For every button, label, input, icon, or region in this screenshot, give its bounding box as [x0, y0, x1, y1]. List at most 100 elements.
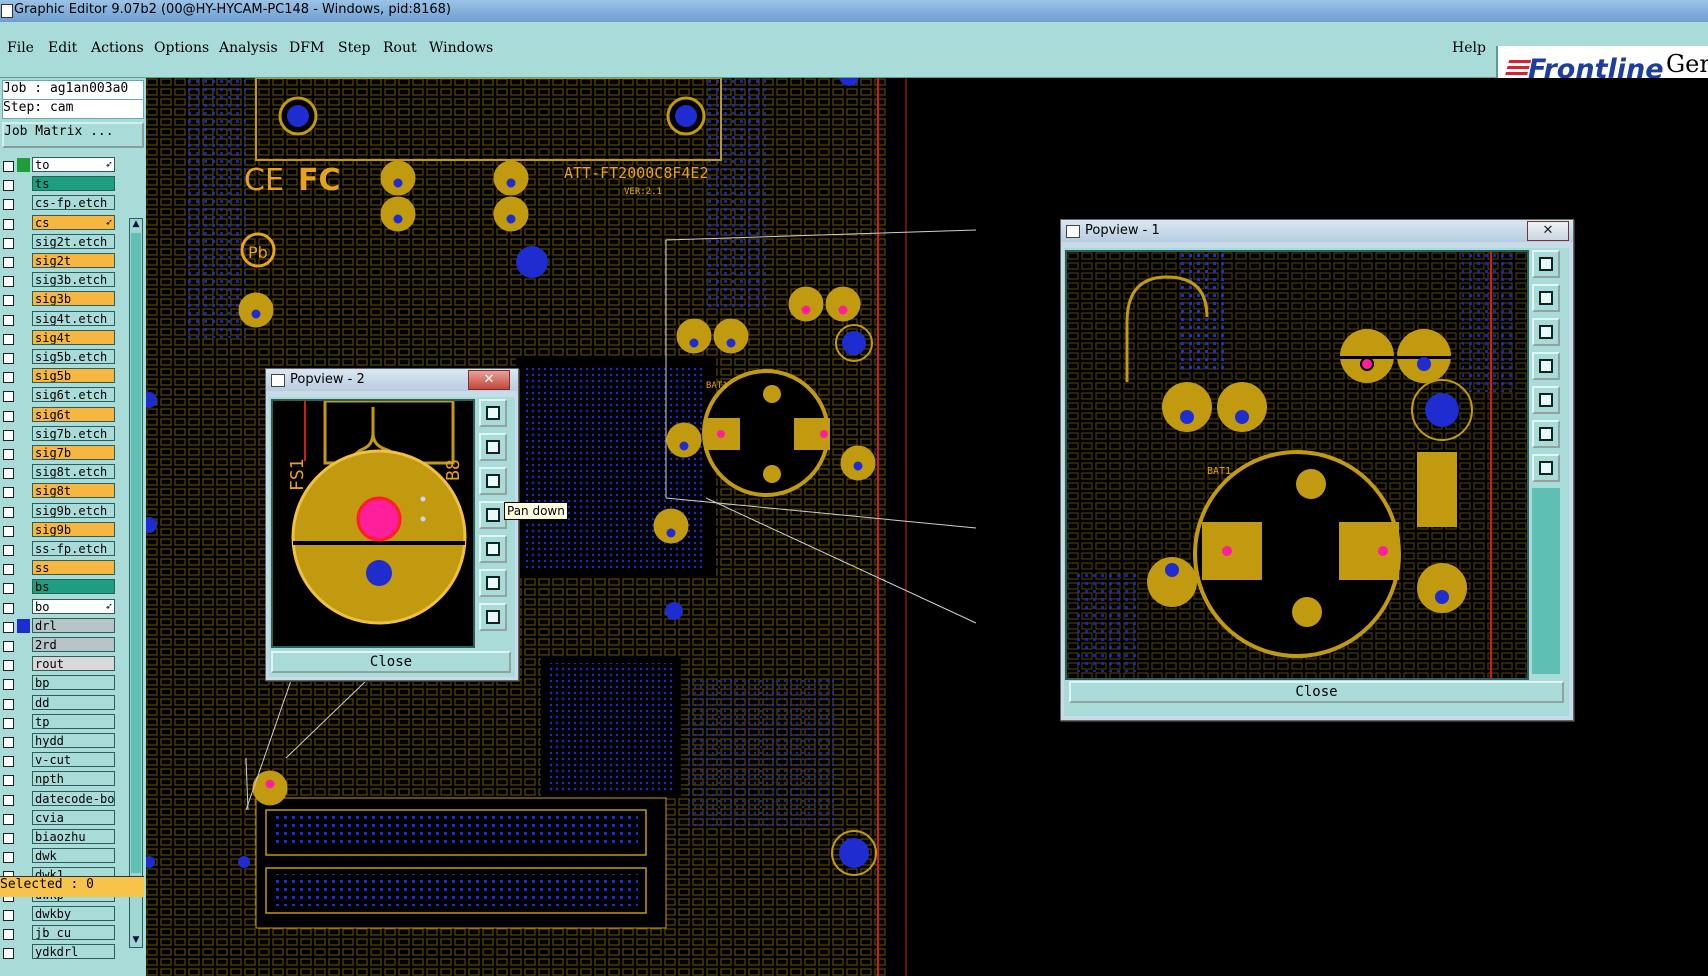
- layer-row[interactable]: sig9b.etch: [0, 502, 120, 520]
- layer-name[interactable]: bo ➶: [32, 599, 115, 614]
- layer-name[interactable]: sig8t: [32, 483, 115, 498]
- popview-1-view[interactable]: BAT1: [1065, 250, 1529, 680]
- layer-row[interactable]: bs: [0, 578, 120, 596]
- layer-checkbox[interactable]: [3, 411, 14, 422]
- popview-1-close-button[interactable]: Close: [1069, 681, 1564, 703]
- layer-name[interactable]: sig8t.etch: [32, 464, 115, 479]
- menu-windows[interactable]: Windows: [429, 40, 493, 56]
- layer-checkbox[interactable]: [3, 679, 14, 690]
- layer-checkbox[interactable]: [3, 814, 14, 825]
- menu-help[interactable]: Help: [1452, 40, 1486, 56]
- layer-checkbox[interactable]: [3, 449, 14, 460]
- layer-row[interactable]: sig8t: [0, 482, 120, 500]
- layer-row[interactable]: biaozhu: [0, 828, 120, 846]
- layer-row[interactable]: cvia: [0, 809, 120, 827]
- layer-row[interactable]: sig9b: [0, 521, 120, 539]
- layer-row[interactable]: ss: [0, 559, 120, 577]
- layer-name[interactable]: cs ➶: [32, 215, 115, 230]
- layer-checkbox[interactable]: [3, 238, 14, 249]
- layer-checkbox[interactable]: [3, 910, 14, 921]
- zoom-fit-icon[interactable]: [479, 399, 507, 427]
- layer-name[interactable]: dwkby: [32, 906, 115, 921]
- popview-1-titlebar[interactable]: Popview - 1 ✕: [1061, 220, 1573, 242]
- layer-name[interactable]: ydkdrl: [32, 944, 115, 959]
- menu-options[interactable]: Options: [154, 40, 209, 56]
- layer-row[interactable]: dwkby: [0, 905, 120, 923]
- menu-dfm[interactable]: DFM: [289, 40, 324, 56]
- layer-name[interactable]: sig3b: [32, 291, 115, 306]
- layer-checkbox[interactable]: [3, 756, 14, 767]
- layer-checkbox[interactable]: [3, 353, 14, 364]
- layer-row[interactable]: datecode-bo: [0, 790, 120, 808]
- layer-name[interactable]: sig9b.etch: [32, 503, 115, 518]
- layer-row[interactable]: 2rd: [0, 636, 120, 654]
- menu-file[interactable]: File: [7, 40, 34, 56]
- layer-checkbox[interactable]: [3, 641, 14, 652]
- layer-name[interactable]: ts: [32, 176, 115, 191]
- layer-name[interactable]: bs: [32, 579, 115, 594]
- layer-row[interactable]: cs-fp.etch: [0, 194, 120, 212]
- layer-name[interactable]: bp: [32, 675, 115, 690]
- layer-name[interactable]: ss-fp.etch: [32, 541, 115, 556]
- layer-checkbox[interactable]: [3, 487, 14, 498]
- layer-name[interactable]: jb_cu: [32, 925, 115, 940]
- layer-checkbox[interactable]: [3, 564, 14, 575]
- layer-row[interactable]: sig2t.etch: [0, 233, 120, 251]
- layer-checkbox[interactable]: [3, 334, 14, 345]
- layer-name[interactable]: 2rd: [32, 637, 115, 652]
- layer-row[interactable]: sig5b: [0, 367, 120, 385]
- zoom-out-icon[interactable]: [1532, 454, 1560, 482]
- layer-checkbox[interactable]: [3, 372, 14, 383]
- layer-checkbox[interactable]: [3, 219, 14, 230]
- layer-name[interactable]: sig2t: [32, 253, 115, 268]
- pan-up-icon[interactable]: [1532, 284, 1560, 312]
- layer-row[interactable]: sig7b.etch: [0, 425, 120, 443]
- layer-checkbox[interactable]: [3, 929, 14, 940]
- pan-left-icon[interactable]: [1532, 352, 1560, 380]
- layer-row[interactable]: sig5b.etch: [0, 348, 120, 366]
- menu-step[interactable]: Step: [338, 40, 370, 56]
- popview-1-close-x-icon[interactable]: ✕: [1527, 221, 1569, 241]
- layer-name[interactable]: dd: [32, 695, 115, 710]
- layer-row[interactable]: jb_cu: [0, 924, 120, 942]
- layer-checkbox[interactable]: [3, 276, 14, 287]
- pan-up-icon[interactable]: [479, 433, 507, 461]
- layer-checkbox[interactable]: [3, 295, 14, 306]
- layer-name[interactable]: tp: [32, 714, 115, 729]
- layer-row[interactable]: sig6t.etch: [0, 386, 120, 404]
- layer-checkbox[interactable]: [3, 737, 14, 748]
- layer-name[interactable]: cs-fp.etch: [32, 195, 115, 210]
- layer-name[interactable]: sig9b: [32, 522, 115, 537]
- layer-row[interactable]: sig4t.etch: [0, 310, 120, 328]
- layer-name[interactable]: sig6t.etch: [32, 387, 115, 402]
- popview-2-close-button[interactable]: Close: [271, 651, 511, 673]
- layer-row[interactable]: sig3b.etch: [0, 271, 120, 289]
- layer-row[interactable]: ts: [0, 175, 120, 193]
- menu-actions[interactable]: Actions: [91, 40, 144, 56]
- layer-row[interactable]: rout: [0, 655, 120, 673]
- popview-2-titlebar[interactable]: Popview - 2 ✕: [266, 369, 518, 391]
- layer-name[interactable]: sig7b.etch: [32, 426, 115, 441]
- layer-checkbox[interactable]: [3, 795, 14, 806]
- zoom-in-icon[interactable]: [479, 569, 507, 597]
- layer-row[interactable]: sig4t: [0, 329, 120, 347]
- layer-checkbox[interactable]: [3, 430, 14, 441]
- layer-row[interactable]: to ➶: [0, 156, 120, 174]
- layer-name[interactable]: to ➶: [32, 157, 115, 172]
- layer-checkbox[interactable]: [3, 545, 14, 556]
- layer-row[interactable]: sig8t.etch: [0, 463, 120, 481]
- menu-rout[interactable]: Rout: [383, 40, 417, 56]
- layer-checkbox[interactable]: [3, 622, 14, 633]
- layer-checkbox[interactable]: [3, 583, 14, 594]
- layer-name[interactable]: sig6t: [32, 407, 115, 422]
- layer-row[interactable]: dd: [0, 694, 120, 712]
- layer-scrollbar[interactable]: ▲ ▼: [129, 218, 143, 948]
- layer-name[interactable]: biaozhu: [32, 829, 115, 844]
- layer-name[interactable]: datecode-bo: [32, 791, 115, 806]
- layer-name[interactable]: sig5b.etch: [32, 349, 115, 364]
- layer-name[interactable]: dwk: [32, 848, 115, 863]
- layer-row[interactable]: cs ➶: [0, 214, 120, 232]
- layer-name[interactable]: sig2t.etch: [32, 234, 115, 249]
- layer-row[interactable]: sig3b: [0, 290, 120, 308]
- layer-row[interactable]: tp: [0, 713, 120, 731]
